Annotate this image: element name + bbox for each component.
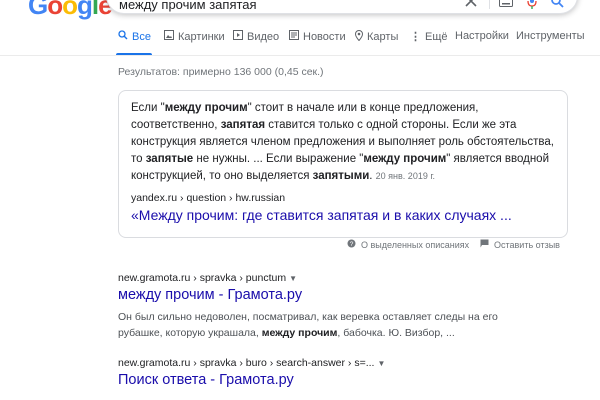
feedback-link[interactable]: Оставить отзыв xyxy=(480,239,560,250)
search-icon[interactable] xyxy=(551,0,564,11)
tab-label: Видео xyxy=(247,30,280,43)
help-icon: ? xyxy=(347,239,356,250)
result-url[interactable]: new.gramota.ru › spravka › buro › search… xyxy=(118,357,578,369)
tab-settings[interactable]: Настройки xyxy=(455,30,509,42)
tab-video[interactable]: Видео xyxy=(233,30,279,43)
header: Google между прочим запятая Все Картинки… xyxy=(0,0,600,64)
text: не нужны. ... Если выражение " xyxy=(193,153,364,165)
map-pin-icon xyxy=(354,29,364,44)
search-result: new.gramota.ru › spravka › buro › search… xyxy=(118,357,578,388)
highlight: запятая xyxy=(220,119,266,131)
news-icon xyxy=(289,30,299,43)
separator xyxy=(489,0,490,9)
snippet-link[interactable]: «Между прочим: где ставится запятая и в … xyxy=(131,207,512,223)
tab-label: Новости xyxy=(303,30,346,43)
google-logo[interactable]: Google xyxy=(28,0,113,21)
caret-down-icon[interactable]: ▼ xyxy=(377,359,385,368)
snippet-text: Если "между прочим" стоит в начале или в… xyxy=(131,100,555,185)
more-vert-icon: ⋮ xyxy=(410,31,421,43)
search-icon xyxy=(118,30,128,43)
tab-label: Инструменты xyxy=(516,30,585,42)
result-stats: Результатов: примерно 136 000 (0,45 сек.… xyxy=(118,66,324,78)
url-text: new.gramota.ru › spravka › buro › search… xyxy=(118,357,375,369)
featured-snippet: Если "между прочим" стоит в начале или в… xyxy=(118,90,568,238)
feedback-label: О выделенных описаниях xyxy=(361,239,470,250)
close-icon[interactable] xyxy=(465,0,477,10)
logo-letter: G xyxy=(28,0,48,20)
tab-news[interactable]: Новости xyxy=(289,30,346,43)
result-title[interactable]: Поиск ответа - Грамота.ру xyxy=(118,372,578,388)
tab-tools[interactable]: Инструменты xyxy=(516,30,585,42)
result-title[interactable]: между прочим - Грамота.ру xyxy=(118,287,578,303)
search-tabs: Все Картинки Видео Новости Карты ⋮ Ещё Н… xyxy=(0,29,600,56)
tab-all[interactable]: Все xyxy=(118,30,151,43)
tab-label: Все xyxy=(132,30,151,43)
caret-down-icon[interactable]: ▼ xyxy=(289,274,297,283)
highlight: запятые xyxy=(145,153,194,165)
result-url[interactable]: new.gramota.ru › spravka › punctum ▼ xyxy=(118,272,578,284)
svg-text:?: ? xyxy=(350,241,354,248)
tab-label: Ещё xyxy=(425,30,448,43)
about-snippets-link[interactable]: ? О выделенных описаниях xyxy=(347,239,469,250)
logo-letter: o xyxy=(47,0,63,20)
tab-maps[interactable]: Карты xyxy=(354,29,399,44)
tab-images[interactable]: Картинки xyxy=(164,30,225,43)
tab-label: Настройки xyxy=(455,30,509,42)
highlight: между прочим xyxy=(164,102,248,114)
divider xyxy=(0,55,600,56)
logo-letter: o xyxy=(62,0,78,20)
highlight: запятыми xyxy=(312,170,370,182)
tab-label: Картинки xyxy=(178,30,225,43)
logo-letter: g xyxy=(77,0,93,20)
url-text: new.gramota.ru › spravka › punctum xyxy=(118,272,287,284)
search-result: new.gramota.ru › spravka › punctum ▼ межд… xyxy=(118,272,578,341)
search-box[interactable]: между прочим запятая xyxy=(106,0,578,14)
search-input[interactable]: между прочим запятая xyxy=(119,0,257,12)
snippet-source[interactable]: yandex.ru › question › hw.russian xyxy=(131,192,285,204)
highlight: между прочим xyxy=(363,153,447,165)
feedback-label: Оставить отзыв xyxy=(494,239,560,250)
keyboard-icon[interactable] xyxy=(499,0,513,10)
microphone-icon[interactable] xyxy=(527,0,537,12)
image-icon xyxy=(164,30,174,43)
result-description: Он был сильно недоволен, посматривал, ка… xyxy=(118,309,518,341)
text: Если " xyxy=(131,102,165,114)
video-icon xyxy=(233,30,243,43)
text: , бабочка. Ю. Визбор, ... xyxy=(337,327,455,339)
highlight: между прочим xyxy=(261,327,338,339)
snippet-date: 20 янв. 2019 г. xyxy=(375,171,436,181)
feedback-icon xyxy=(480,239,489,250)
tab-more[interactable]: ⋮ Ещё xyxy=(410,30,448,44)
tab-label: Карты xyxy=(367,31,399,43)
